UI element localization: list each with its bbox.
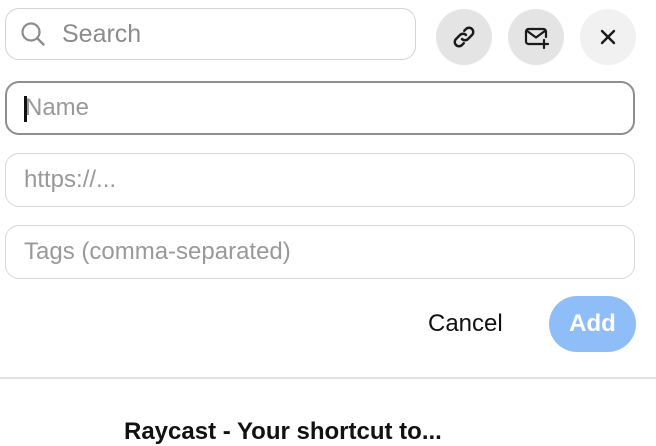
link-icon: [453, 26, 475, 48]
name-input[interactable]: [25, 94, 615, 122]
tags-input[interactable]: [24, 238, 614, 266]
text-caret: [24, 96, 27, 122]
tags-field[interactable]: [5, 225, 635, 279]
close-button[interactable]: [580, 9, 636, 65]
divider: [0, 377, 656, 379]
top-bar: [5, 8, 637, 65]
copy-link-button[interactable]: [436, 9, 492, 65]
search-box[interactable]: [5, 8, 416, 60]
url-field[interactable]: [5, 153, 635, 207]
mail-plus-icon: [524, 27, 550, 50]
search-input[interactable]: [62, 19, 382, 49]
name-field[interactable]: [5, 81, 635, 135]
close-icon: [600, 29, 616, 45]
cancel-button[interactable]: Cancel: [412, 301, 519, 347]
add-mail-button[interactable]: [508, 9, 564, 65]
add-button[interactable]: Add: [549, 296, 636, 352]
search-icon: [21, 22, 45, 46]
url-input[interactable]: [24, 166, 614, 194]
result-item-title[interactable]: Raycast - Your shortcut to...: [124, 418, 442, 446]
